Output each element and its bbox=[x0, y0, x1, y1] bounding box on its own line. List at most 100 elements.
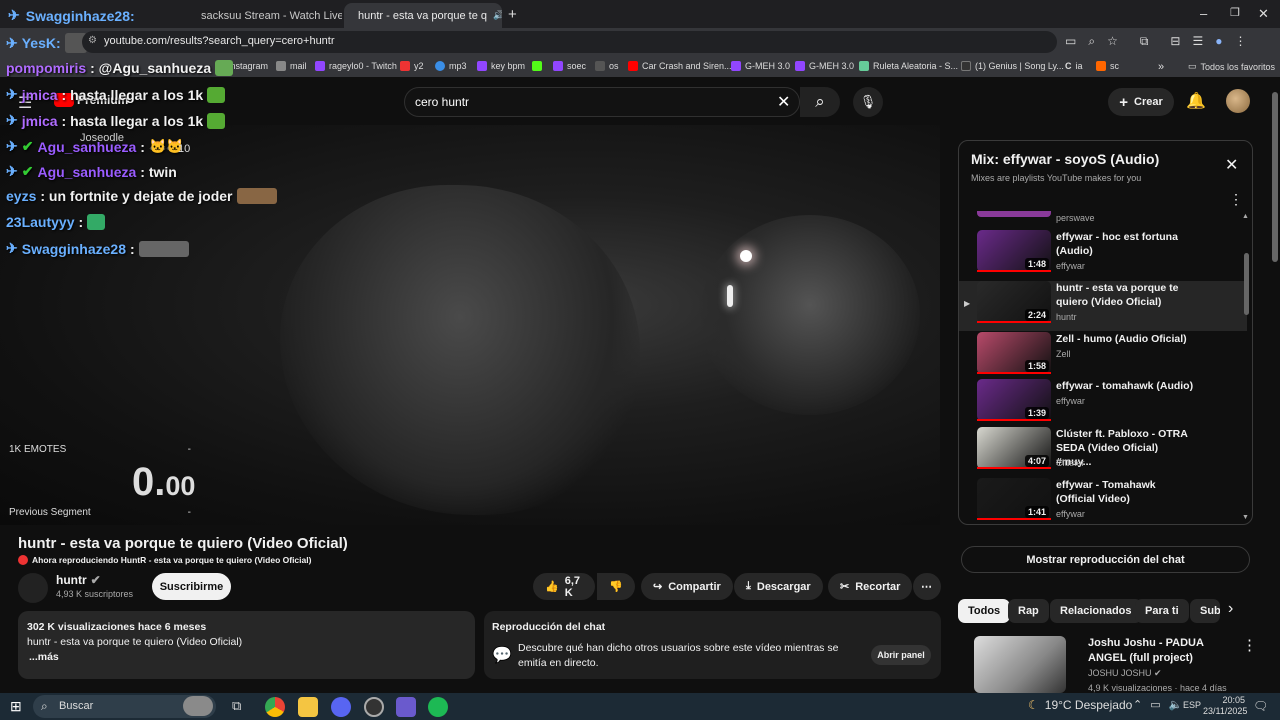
tab-sacksuu[interactable]: sacksuu Stream - Watch Live o✕ bbox=[187, 3, 342, 28]
bookmark-item[interactable]: (1) Genius | Song Ly... bbox=[961, 61, 1064, 71]
address-bar[interactable]: ⚙ youtube.com/results?search_query=cero+… bbox=[82, 31, 1057, 53]
chip-para-ti[interactable]: Para ti bbox=[1135, 599, 1189, 623]
playlist-item[interactable]: 4:07 Clúster ft. Pabloxo - OTRA SEDA (Vid… bbox=[977, 427, 1247, 473]
bookmark-item[interactable]: G-MEH 3.0 bbox=[795, 61, 854, 71]
bookmark-item[interactable]: G-MEH 3.0 bbox=[731, 61, 790, 71]
zoom-icon[interactable]: ⌕ bbox=[1088, 34, 1095, 49]
playlist-item[interactable]: 1:48 effywar - hoc est fortuna (Audio) eff… bbox=[977, 230, 1247, 276]
playlist-item[interactable]: 1:41 effywar - Tomahawk (Official Video) e… bbox=[977, 478, 1247, 524]
bookmarks-more-button[interactable]: » bbox=[1158, 61, 1164, 73]
extensions-icon[interactable]: ⧉ bbox=[1140, 34, 1149, 49]
profile-icon[interactable]: ● bbox=[1215, 34, 1222, 49]
volume-icon[interactable]: 🔈 bbox=[1169, 698, 1183, 711]
notifications-bell-icon[interactable]: 🔔 bbox=[1186, 91, 1206, 111]
weather-widget[interactable]: ☾ 19°C Despejado bbox=[1028, 698, 1132, 712]
network-icon[interactable]: ▭ bbox=[1150, 698, 1160, 711]
twitch-icon bbox=[315, 61, 325, 71]
download-button[interactable]: ⤓ Descargar bbox=[734, 573, 823, 600]
app-icon[interactable] bbox=[396, 697, 416, 717]
close-playlist-icon[interactable]: ✕ bbox=[1225, 155, 1238, 175]
show-chat-replay-button[interactable]: Mostrar reproducción del chat bbox=[961, 546, 1250, 573]
restore-button[interactable]: ❐ bbox=[1230, 6, 1240, 19]
create-button[interactable]: + Crear bbox=[1108, 88, 1174, 116]
chip-sub[interactable]: Sub bbox=[1190, 599, 1220, 623]
subscribe-button[interactable]: Suscribirme bbox=[152, 573, 231, 600]
obs-icon[interactable] bbox=[364, 697, 384, 717]
tab-search-icon[interactable]: ⊟ bbox=[1170, 34, 1180, 49]
playlist-menu-icon[interactable]: ⋮ bbox=[1229, 191, 1243, 208]
chip-todos[interactable]: Todos bbox=[958, 599, 1011, 623]
bookmark-star-icon[interactable]: ☆ bbox=[1107, 34, 1118, 49]
scroll-down-icon[interactable]: ▼ bbox=[1242, 514, 1249, 521]
task-view-icon[interactable]: ⧉ bbox=[232, 698, 241, 714]
bookmark-item[interactable]: Cia bbox=[1065, 61, 1083, 71]
recommended-thumbnail[interactable] bbox=[974, 636, 1066, 693]
voice-search-button[interactable]: 🎙 bbox=[853, 87, 883, 117]
open-panel-button[interactable]: Abrir panel bbox=[871, 645, 931, 665]
channel-avatar[interactable] bbox=[18, 573, 48, 603]
site-info-icon[interactable]: ⚙ bbox=[88, 35, 97, 46]
bookmark-item[interactable]: os bbox=[595, 61, 619, 71]
bookmark-item[interactable]: rageylo0 - Twitch bbox=[315, 61, 397, 71]
windows-start-icon[interactable]: ⊞ bbox=[10, 698, 22, 715]
description-more[interactable]: ...más bbox=[29, 651, 59, 663]
all-bookmarks-button[interactable]: ▭ Todos los favoritos bbox=[1188, 61, 1275, 72]
close-window-button[interactable]: ✕ bbox=[1258, 6, 1269, 22]
taskbar-search[interactable]: ⌕ Buscar bbox=[33, 695, 216, 718]
language-indicator[interactable]: ESP bbox=[1183, 700, 1201, 710]
search-button[interactable]: ⌕ bbox=[800, 87, 840, 117]
clock[interactable]: 20:05 23/11/2025 bbox=[1203, 695, 1247, 717]
chip-rap[interactable]: Rap bbox=[1008, 599, 1049, 623]
bookmark-item[interactable]: Car Crash and Siren... bbox=[628, 61, 732, 71]
discord-icon[interactable] bbox=[331, 697, 351, 717]
chrome-icon[interactable] bbox=[265, 697, 285, 717]
tray-expand-icon[interactable]: ⌃ bbox=[1133, 698, 1142, 711]
recommended-menu-icon[interactable]: ⋮ bbox=[1242, 636, 1257, 654]
recommended-channel[interactable]: JOSHU JOSHU ✔ bbox=[1088, 668, 1162, 679]
share-button[interactable]: ↪ Compartir bbox=[641, 573, 733, 600]
avatar[interactable] bbox=[1226, 89, 1250, 113]
playlist-item[interactable]: 2:24 huntr - esta va porque te quiero (Vi… bbox=[977, 281, 1247, 327]
address-actions: ▭ ⌕ ☆ ⧉ ⊟ ☰ ● ⋮ bbox=[1065, 34, 1247, 49]
audio-icon[interactable]: 🔊 bbox=[493, 10, 502, 21]
recommended-title[interactable]: Joshu Joshu - PADUA ANGEL (full project) bbox=[1088, 636, 1238, 666]
cast-icon[interactable]: ▭ bbox=[1065, 34, 1076, 49]
clip-button[interactable]: ✂ Recortar bbox=[828, 573, 913, 600]
bookmark-item[interactable]: mp3 bbox=[435, 61, 467, 71]
file-explorer-icon[interactable] bbox=[298, 697, 318, 717]
new-tab-button[interactable]: + bbox=[508, 6, 517, 23]
bookmark-item[interactable]: key bpm bbox=[477, 61, 525, 71]
notifications-icon[interactable]: 🗨 bbox=[1253, 699, 1268, 713]
bookmark-item[interactable] bbox=[532, 61, 542, 71]
subscriber-count: 4,93 K suscriptores bbox=[56, 589, 134, 599]
playlist-item-duration: 1:48 bbox=[1025, 258, 1050, 270]
bookmark-item[interactable]: soec bbox=[553, 61, 586, 71]
description-text: huntr - esta va porque te quiero (Video … bbox=[27, 636, 243, 648]
menu-kebab-icon[interactable]: ⋮ bbox=[1235, 34, 1247, 49]
playlist-item[interactable]: 1:58 Zell - humo (Audio Oficial) Zell bbox=[977, 332, 1247, 378]
bookmark-item[interactable]: Instagram bbox=[228, 61, 268, 71]
verified-icon: ✔ bbox=[1154, 668, 1162, 678]
tab-youtube-huntr[interactable]: huntr - esta va porque te q🔊✕ bbox=[344, 3, 502, 28]
dislike-button[interactable]: 👎 bbox=[597, 573, 635, 600]
bookmark-item[interactable]: mail bbox=[276, 61, 307, 71]
spotify-icon[interactable] bbox=[428, 697, 448, 717]
bookmark-item[interactable]: Ruleta Aleatoria - S... bbox=[859, 61, 958, 71]
page-scrollbar[interactable] bbox=[1272, 92, 1278, 262]
search-input[interactable]: cero huntr ✕ bbox=[404, 87, 800, 117]
clear-search-icon[interactable]: ✕ bbox=[777, 92, 790, 112]
bookmark-item[interactable]: y2 bbox=[400, 61, 424, 71]
description-box[interactable]: 302 K visualizaciones hace 6 meses huntr… bbox=[18, 611, 475, 679]
playlist-icon[interactable]: ☰ bbox=[1192, 34, 1203, 49]
more-actions-button[interactable]: ⋯ bbox=[913, 573, 941, 600]
like-button[interactable]: 👍 6,7 K bbox=[533, 573, 595, 600]
minimize-button[interactable]: – bbox=[1200, 6, 1207, 21]
channel-name[interactable]: huntr ✔ bbox=[56, 573, 101, 587]
playlist-scrollbar[interactable] bbox=[1244, 253, 1249, 315]
scroll-up-icon[interactable]: ▲ bbox=[1242, 213, 1249, 220]
now-playing-banner[interactable]: Ahora reproduciendo HuntR - esta va porq… bbox=[18, 555, 311, 565]
chips-next-icon[interactable]: › bbox=[1228, 600, 1233, 618]
bookmark-item[interactable]: sc bbox=[1096, 61, 1119, 71]
playlist-item[interactable]: 1:39 effywar - tomahawk (Audio) effywar bbox=[977, 379, 1247, 425]
chip-relacionados[interactable]: Relacionados bbox=[1050, 599, 1142, 623]
